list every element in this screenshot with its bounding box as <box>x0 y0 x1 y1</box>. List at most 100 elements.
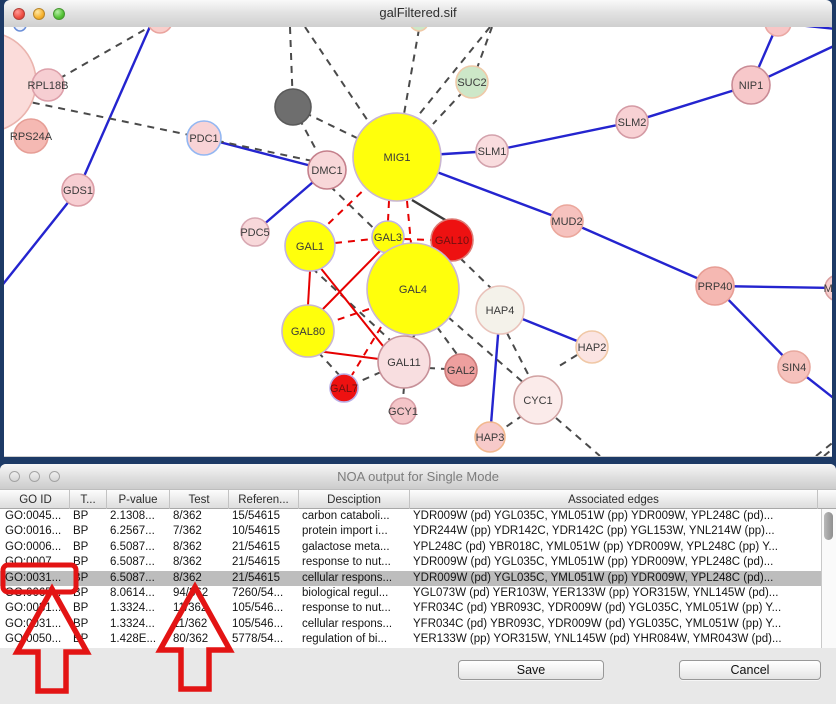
vertical-scrollbar[interactable] <box>821 509 836 648</box>
column-header-desciption[interactable]: Desciption <box>299 490 410 510</box>
column-header-t-[interactable]: T... <box>70 490 107 510</box>
cell-reference[interactable]: 21/54615 <box>229 555 299 570</box>
cell-p_value[interactable]: 6.5087... <box>107 571 170 586</box>
cell-edges[interactable]: YPL248C (pd) YBR018C, YML051W (pp) YDR00… <box>410 540 818 555</box>
table-row[interactable]: GO:0031...BP1.3324...11/362105/546...cel… <box>0 617 821 632</box>
cell-p_value[interactable]: 6.5087... <box>107 555 170 570</box>
table-row[interactable]: GO:0031...BP1.3324...11/362105/546...res… <box>0 601 821 616</box>
cell-description[interactable]: protein import i... <box>299 524 410 539</box>
cell-reference[interactable]: 105/546... <box>229 601 299 616</box>
cell-description[interactable]: regulation of bi... <box>299 632 410 647</box>
cell-p_value[interactable]: 1.3324... <box>107 601 170 616</box>
cell-reference[interactable]: 21/54615 <box>229 540 299 555</box>
cell-p_value[interactable]: 1.428E... <box>107 632 170 647</box>
cell-edges[interactable]: YDR009W (pd) YGL035C, YML051W (pp) YDR00… <box>410 571 818 586</box>
network-canvas[interactable]: RPL18BRPS24AGDS1PDC1DMC1MIG1SUC2SLM1SLM2… <box>4 27 832 457</box>
cell-reference[interactable]: 15/54615 <box>229 509 299 524</box>
column-header-associated-edges[interactable]: Associated edges <box>410 490 818 510</box>
cell-test[interactable]: 7/362 <box>170 524 229 539</box>
cell-description[interactable]: response to nut... <box>299 601 410 616</box>
cell-test[interactable]: 8/362 <box>170 509 229 524</box>
cell-go_id[interactable]: GO:0006... <box>2 540 70 555</box>
cell-edges[interactable]: YFR034C (pd) YBR093C, YDR009W (pd) YGL03… <box>410 601 818 616</box>
network-edge <box>428 368 446 369</box>
table-row[interactable]: GO:0045...BP2.1308...8/36215/54615carbon… <box>0 509 821 524</box>
column-header-p-value[interactable]: P-value <box>107 490 170 510</box>
node-label-PDC1: PDC1 <box>189 133 218 145</box>
cell-go_id[interactable]: GO:0031... <box>2 601 70 616</box>
column-header-test[interactable]: Test <box>170 490 229 510</box>
cell-type[interactable]: BP <box>70 601 107 616</box>
cell-edges[interactable]: YDR244W (pp) YDR142C, YDR142C (pp) YGL15… <box>410 524 818 539</box>
cell-type[interactable]: BP <box>70 571 107 586</box>
cell-type[interactable]: BP <box>70 509 107 524</box>
cell-reference[interactable]: 105/546... <box>229 617 299 632</box>
cell-reference[interactable]: 10/54615 <box>229 524 299 539</box>
cell-go_id[interactable]: GO:0031... <box>2 617 70 632</box>
cell-reference[interactable]: 5778/54... <box>229 632 299 647</box>
table-row[interactable]: GO:0016...BP6.2567...7/36210/54615protei… <box>0 524 821 539</box>
cell-test[interactable]: 8/362 <box>170 555 229 570</box>
cell-type[interactable]: BP <box>70 540 107 555</box>
cell-reference[interactable]: 7260/54... <box>229 586 299 601</box>
cell-test[interactable]: 11/362 <box>170 617 229 632</box>
network-node-cut-top-left[interactable] <box>14 27 26 31</box>
node-label-GAL3: GAL3 <box>374 232 402 244</box>
cell-description[interactable]: galactose meta... <box>299 540 410 555</box>
table-row[interactable]: GO:0007...BP6.5087...8/36221/54615respon… <box>0 555 821 570</box>
cell-description[interactable]: cellular respons... <box>299 571 410 586</box>
network-node-cut-green-top[interactable] <box>410 27 428 31</box>
cell-edges[interactable]: YGL073W (pd) YER103W, YER133W (pp) YOR31… <box>410 586 818 601</box>
cell-go_id[interactable]: GO:0016... <box>2 524 70 539</box>
cell-test[interactable]: 8/362 <box>170 540 229 555</box>
cell-test[interactable]: 80/362 <box>170 632 229 647</box>
node-label-GAL80: GAL80 <box>291 326 325 338</box>
cell-type[interactable]: BP <box>70 617 107 632</box>
network-window-titlebar: galFiltered.sif <box>4 0 832 28</box>
column-header-referen-[interactable]: Referen... <box>229 490 299 510</box>
cell-type[interactable]: BP <box>70 632 107 647</box>
cell-go_id[interactable]: GO:0007... <box>2 555 70 570</box>
cell-reference[interactable]: 21/54615 <box>229 571 299 586</box>
cell-go_id[interactable]: GO:0050... <box>2 632 70 647</box>
cell-p_value[interactable]: 8.0614... <box>107 586 170 601</box>
network-node-cut-top-mid[interactable] <box>148 27 172 33</box>
cell-description[interactable]: response to nut... <box>299 555 410 570</box>
node-label-GAL11: GAL11 <box>387 357 420 369</box>
cell-go_id[interactable]: GO:0045... <box>2 509 70 524</box>
cell-description[interactable]: cellular respons... <box>299 617 410 632</box>
cell-edges[interactable]: YDR009W (pd) YGL035C, YML051W (pp) YDR00… <box>410 555 818 570</box>
cell-description[interactable]: biological regul... <box>299 586 410 601</box>
cell-go_id[interactable]: GO:0065... <box>2 586 70 601</box>
scrollbar-thumb[interactable] <box>824 512 833 540</box>
table-row[interactable]: GO:0031...BP6.5087...8/36221/54615cellul… <box>0 571 821 586</box>
cell-p_value[interactable]: 6.2567... <box>107 524 170 539</box>
cell-test[interactable]: 94/362 <box>170 586 229 601</box>
save-button[interactable]: Save <box>458 660 604 680</box>
cell-type[interactable]: BP <box>70 555 107 570</box>
cancel-button[interactable]: Cancel <box>679 660 821 680</box>
node-label-GAL10: GAL10 <box>435 235 469 247</box>
cell-p_value[interactable]: 6.5087... <box>107 540 170 555</box>
cell-go_id[interactable]: GO:0031... <box>2 571 70 586</box>
cell-p_value[interactable]: 2.1308... <box>107 509 170 524</box>
network-node-cut-top-right[interactable] <box>765 27 791 36</box>
cell-test[interactable]: 8/362 <box>170 571 229 586</box>
node-label-GAL1: GAL1 <box>296 241 324 253</box>
table-row[interactable]: GO:0065...BP8.0614...94/3627260/54...bio… <box>0 586 821 601</box>
cell-type[interactable]: BP <box>70 524 107 539</box>
network-edge <box>556 355 577 368</box>
cell-edges[interactable]: YER133W (pp) YOR315W, YNL145W (pd) YHR08… <box>410 632 818 647</box>
cell-test[interactable]: 11/362 <box>170 601 229 616</box>
cell-edges[interactable]: YFR034C (pd) YBR093C, YDR009W (pd) YGL03… <box>410 617 818 632</box>
network-edge <box>48 27 160 85</box>
network-node-gray-node[interactable] <box>275 89 311 125</box>
cell-description[interactable]: carbon cataboli... <box>299 509 410 524</box>
cell-p_value[interactable]: 1.3324... <box>107 617 170 632</box>
cell-type[interactable]: BP <box>70 586 107 601</box>
column-header-go-id[interactable]: GO ID <box>2 490 70 510</box>
cell-edges[interactable]: YDR009W (pd) YGL035C, YML051W (pp) YDR00… <box>410 509 818 524</box>
table-row[interactable]: GO:0050...BP1.428E...80/3625778/54...reg… <box>0 632 821 647</box>
table-row[interactable]: GO:0006...BP6.5087...8/36221/54615galact… <box>0 540 821 555</box>
node-label-GAL2: GAL2 <box>447 365 475 377</box>
